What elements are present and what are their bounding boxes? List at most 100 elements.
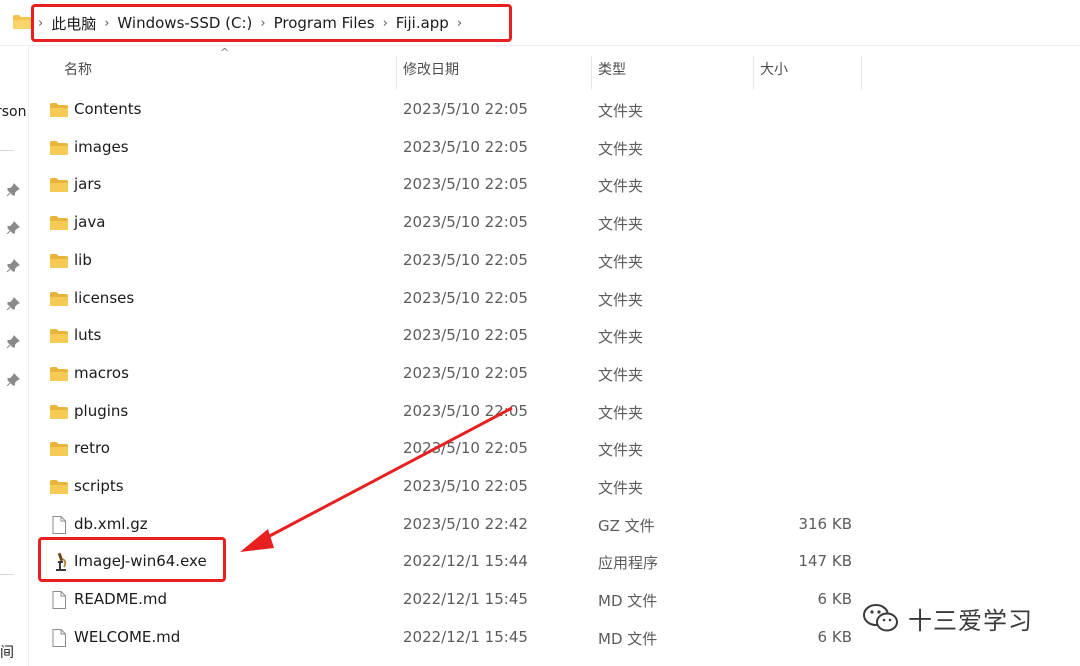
file-date-modified: 2022/12/1 15:45 xyxy=(403,590,528,609)
wechat-icon xyxy=(863,604,898,632)
file-explorer-window: › 此电脑 › Windows-SSD (C:) › Program Files… xyxy=(0,0,1080,666)
file-type: 文件夹 xyxy=(598,215,644,234)
file-icon xyxy=(49,590,69,610)
column-size[interactable]: 大小 xyxy=(760,50,788,90)
column-divider[interactable] xyxy=(753,56,754,90)
folder-icon xyxy=(49,175,69,195)
file-icon xyxy=(49,628,69,648)
file-type: MD 文件 xyxy=(598,629,658,648)
folder-icon xyxy=(13,15,31,29)
file-name: images xyxy=(74,137,129,156)
file-type: 文件夹 xyxy=(598,403,644,422)
folder-icon xyxy=(49,289,69,309)
column-header: ^ 名称 修改日期 类型 大小 xyxy=(36,46,866,90)
address-bar[interactable]: › 此电脑 › Windows-SSD (C:) › Program Files… xyxy=(0,0,1080,46)
folder-icon xyxy=(49,364,69,384)
file-row[interactable]: jars 2023/5/10 22:05 文件夹 xyxy=(36,166,866,203)
file-row[interactable]: licenses 2023/5/10 22:05 文件夹 xyxy=(36,280,866,317)
file-date-modified: 2023/5/10 22:05 xyxy=(403,250,528,269)
folder-icon xyxy=(49,326,69,346)
file-name: plugins xyxy=(74,401,129,420)
column-date-modified[interactable]: 修改日期 xyxy=(403,50,459,90)
folder-icon xyxy=(49,100,69,120)
pin-icon[interactable] xyxy=(5,296,21,312)
file-name: WELCOME.md xyxy=(74,627,181,646)
navigation-pane[interactable]: rson 间 xyxy=(0,46,29,666)
file-row[interactable]: scripts 2023/5/10 22:05 文件夹 xyxy=(36,468,866,505)
folder-icon xyxy=(49,477,69,497)
file-name: db.xml.gz xyxy=(74,514,148,533)
file-type: 文件夹 xyxy=(598,252,644,271)
file-date-modified: 2023/5/10 22:05 xyxy=(403,363,528,382)
file-date-modified: 2023/5/10 22:05 xyxy=(403,401,528,420)
file-name: lib xyxy=(74,250,92,269)
folder-icon xyxy=(49,439,69,459)
file-row[interactable]: macros 2023/5/10 22:05 文件夹 xyxy=(36,355,866,392)
address-highlight-box xyxy=(31,4,512,42)
file-row[interactable]: plugins 2023/5/10 22:05 文件夹 xyxy=(36,393,866,430)
file-type: 文件夹 xyxy=(598,139,644,158)
file-row[interactable]: Contents 2023/5/10 22:05 文件夹 xyxy=(36,91,866,128)
file-date-modified: 2023/5/10 22:05 xyxy=(403,326,528,345)
file-date-modified: 2023/5/10 22:05 xyxy=(403,288,528,307)
nav-item-partial[interactable]: 间 xyxy=(0,642,14,662)
pin-icon[interactable] xyxy=(5,372,21,388)
pin-icon[interactable] xyxy=(5,258,21,274)
file-date-modified: 2022/12/1 15:44 xyxy=(403,552,528,571)
column-divider[interactable] xyxy=(591,56,592,90)
file-row[interactable]: luts 2023/5/10 22:05 文件夹 xyxy=(36,317,866,354)
file-type: 文件夹 xyxy=(598,290,644,309)
folder-icon xyxy=(49,251,69,271)
file-date-modified: 2023/5/10 22:05 xyxy=(403,213,528,232)
watermark: 十三爱学习 xyxy=(862,598,1033,638)
file-type: MD 文件 xyxy=(598,592,658,611)
file-date-modified: 2023/5/10 22:05 xyxy=(403,175,528,194)
nav-divider xyxy=(0,150,14,151)
file-date-modified: 2023/5/10 22:05 xyxy=(403,137,528,156)
folder-icon xyxy=(49,138,69,158)
folder-icon xyxy=(49,402,69,422)
nav-item-partial[interactable]: rson xyxy=(0,104,27,120)
file-date-modified: 2023/5/10 22:05 xyxy=(403,439,528,458)
file-size: 6 KB xyxy=(817,627,852,646)
file-row[interactable]: lib 2023/5/10 22:05 文件夹 xyxy=(36,242,866,279)
file-type: 文件夹 xyxy=(598,102,644,120)
file-type: GZ 文件 xyxy=(598,516,655,535)
file-name: luts xyxy=(74,326,102,345)
file-date-modified: 2023/5/10 22:05 xyxy=(403,100,528,118)
file-name: Contents xyxy=(74,100,142,118)
file-name: macros xyxy=(74,363,129,382)
file-type: 文件夹 xyxy=(598,328,644,347)
pin-icon[interactable] xyxy=(5,334,21,350)
sort-up-icon: ^ xyxy=(220,46,230,59)
file-date-modified: 2022/12/1 15:45 xyxy=(403,627,528,646)
file-icon xyxy=(49,515,69,535)
file-row[interactable]: retro 2023/5/10 22:05 文件夹 xyxy=(36,430,866,467)
file-row[interactable]: README.md 2022/12/1 15:45 MD 文件 6 KB xyxy=(36,581,866,618)
file-type: 文件夹 xyxy=(598,441,644,460)
file-name: jars xyxy=(74,175,102,194)
file-size: 6 KB xyxy=(817,590,852,609)
folder-icon xyxy=(49,213,69,233)
file-name: retro xyxy=(74,439,110,458)
file-size: 147 KB xyxy=(798,552,852,571)
file-row[interactable]: java 2023/5/10 22:05 文件夹 xyxy=(36,204,866,241)
watermark-text: 十三爱学习 xyxy=(908,606,1033,635)
file-date-modified: 2023/5/10 22:05 xyxy=(403,477,528,495)
file-row[interactable]: images 2023/5/10 22:05 文件夹 xyxy=(36,129,866,166)
column-name[interactable]: 名称 xyxy=(64,50,92,90)
nav-divider xyxy=(0,574,14,575)
file-type: 应用程序 xyxy=(598,554,659,573)
pin-icon[interactable] xyxy=(5,220,21,236)
pin-icon[interactable] xyxy=(5,182,21,198)
column-divider[interactable] xyxy=(396,56,397,90)
file-row[interactable]: WELCOME.md 2022/12/1 15:45 MD 文件 6 KB xyxy=(36,619,866,656)
file-name: README.md xyxy=(74,590,168,609)
file-name: java xyxy=(74,213,106,232)
file-size: 316 KB xyxy=(798,514,852,533)
column-type[interactable]: 类型 xyxy=(598,50,626,90)
file-date-modified: 2023/5/10 22:42 xyxy=(403,514,528,533)
file-name: scripts xyxy=(74,477,124,495)
file-name: licenses xyxy=(74,288,135,307)
column-divider[interactable] xyxy=(861,56,862,90)
